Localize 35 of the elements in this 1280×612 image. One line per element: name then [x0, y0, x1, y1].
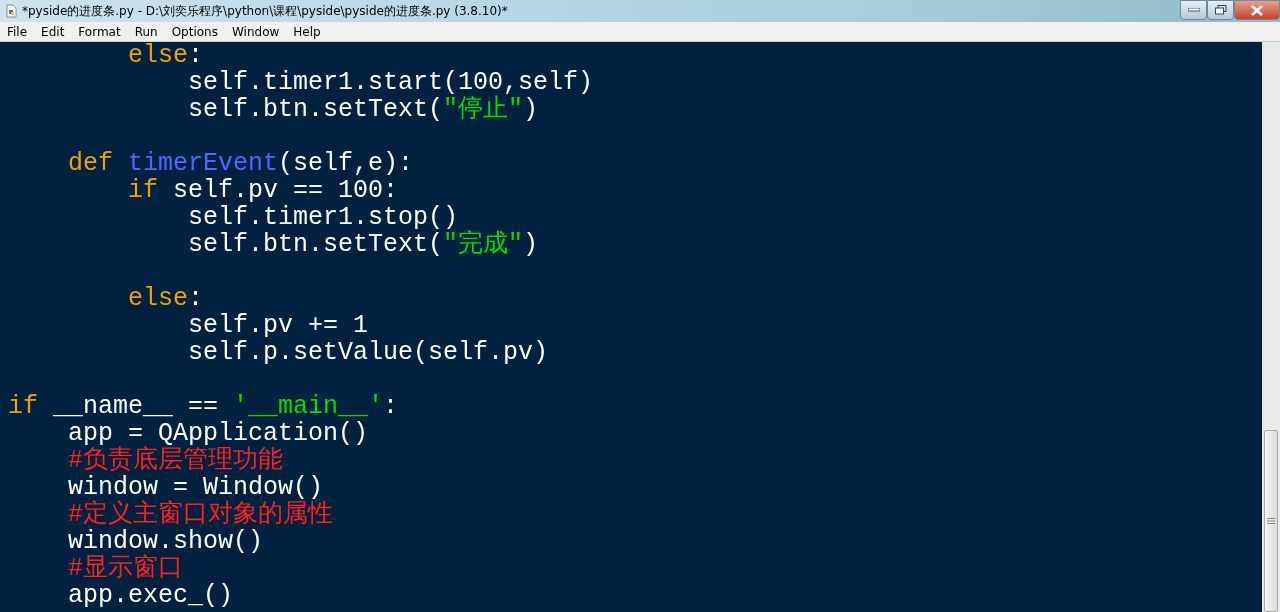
code-line: window = Window() — [67, 474, 324, 501]
code-line: if self.pv == 100: — [127, 177, 400, 204]
code-line: app.exec_() — [67, 582, 235, 609]
code-line: self.p.setValue(self.pv) — [187, 339, 550, 366]
code-line: self.btn.setText(″完成″) — [187, 231, 540, 258]
close-icon — [1251, 4, 1263, 16]
menu-item[interactable]: Options — [164, 22, 225, 41]
python-file-icon — [4, 4, 18, 18]
menu-item[interactable]: Format — [71, 22, 128, 41]
menu-item[interactable]: Edit — [34, 22, 72, 41]
code-line: self.timer1.stop() — [187, 204, 459, 231]
code-line: def timerEvent(self,e): — [67, 150, 415, 177]
code-line: else: — [127, 285, 205, 312]
scrollbar[interactable] — [1262, 42, 1280, 612]
code-line: self.pv += 1 — [187, 312, 370, 339]
menu-item[interactable]: Run — [127, 22, 165, 41]
window-title: *pyside的进度条.py - D:\刘奕乐程序\python\课程\pyside\pyside的进度条.py (3.8.10)* — [21, 3, 508, 20]
menu-item[interactable]: Help — [286, 22, 328, 41]
restore-icon — [1214, 5, 1227, 15]
menu-item[interactable]: Window — [224, 22, 287, 41]
code-line: self.btn.setText(″停止″) — [187, 96, 540, 123]
code-line: #显示窗口 — [67, 555, 184, 582]
code-line: app = QApplication() — [67, 420, 370, 447]
restore-button[interactable] — [1207, 0, 1234, 20]
minimize-icon — [1187, 8, 1200, 12]
menu-item[interactable]: File — [0, 22, 35, 41]
close-button[interactable] — [1234, 0, 1280, 20]
code-line: self.timer1.start(100,self) — [187, 69, 595, 96]
code-line: #定义主窗口对象的属性 — [67, 501, 334, 528]
grip-icon — [1267, 517, 1275, 525]
code-line: #负责底层管理功能 — [67, 447, 284, 474]
code-line: else: — [127, 42, 205, 69]
code-line: window.show() — [67, 528, 265, 555]
scrollbar-thumb[interactable] — [1264, 430, 1278, 612]
code-line: if __name__ == '__main__': — [8, 393, 400, 420]
